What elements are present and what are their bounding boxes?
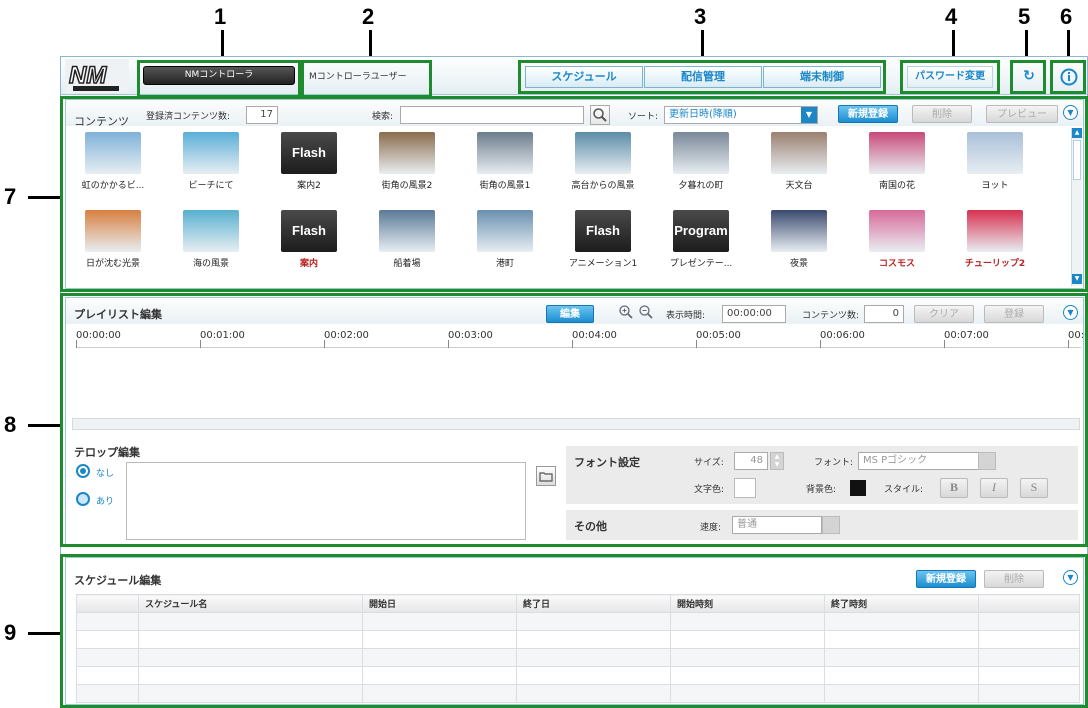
callout-5: 5 xyxy=(1018,4,1031,29)
callout-line-7 xyxy=(28,196,62,199)
callout-frame-3 xyxy=(518,60,886,94)
callout-frame-6 xyxy=(1050,60,1086,94)
callout-frame-8 xyxy=(60,293,1088,547)
callout-2: 2 xyxy=(362,4,375,29)
callout-frame-2 xyxy=(301,60,432,98)
callout-frame-5 xyxy=(1010,60,1046,94)
callout-7: 7 xyxy=(4,184,17,209)
callout-frame-1 xyxy=(137,60,301,98)
callout-frame-4 xyxy=(900,60,1000,94)
callout-6: 6 xyxy=(1060,4,1073,29)
svg-text:NM: NM xyxy=(69,62,107,89)
callout-9: 9 xyxy=(4,620,17,645)
callout-line-9 xyxy=(28,632,62,635)
callout-8: 8 xyxy=(4,412,17,437)
nm-stage-logo: NM xyxy=(65,59,129,93)
callout-frame-9 xyxy=(60,554,1088,708)
callout-4: 4 xyxy=(945,4,958,29)
callout-3: 3 xyxy=(694,4,707,29)
callout-1: 1 xyxy=(214,4,227,29)
callout-line-8 xyxy=(28,424,62,427)
callout-frame-7 xyxy=(60,96,1088,292)
